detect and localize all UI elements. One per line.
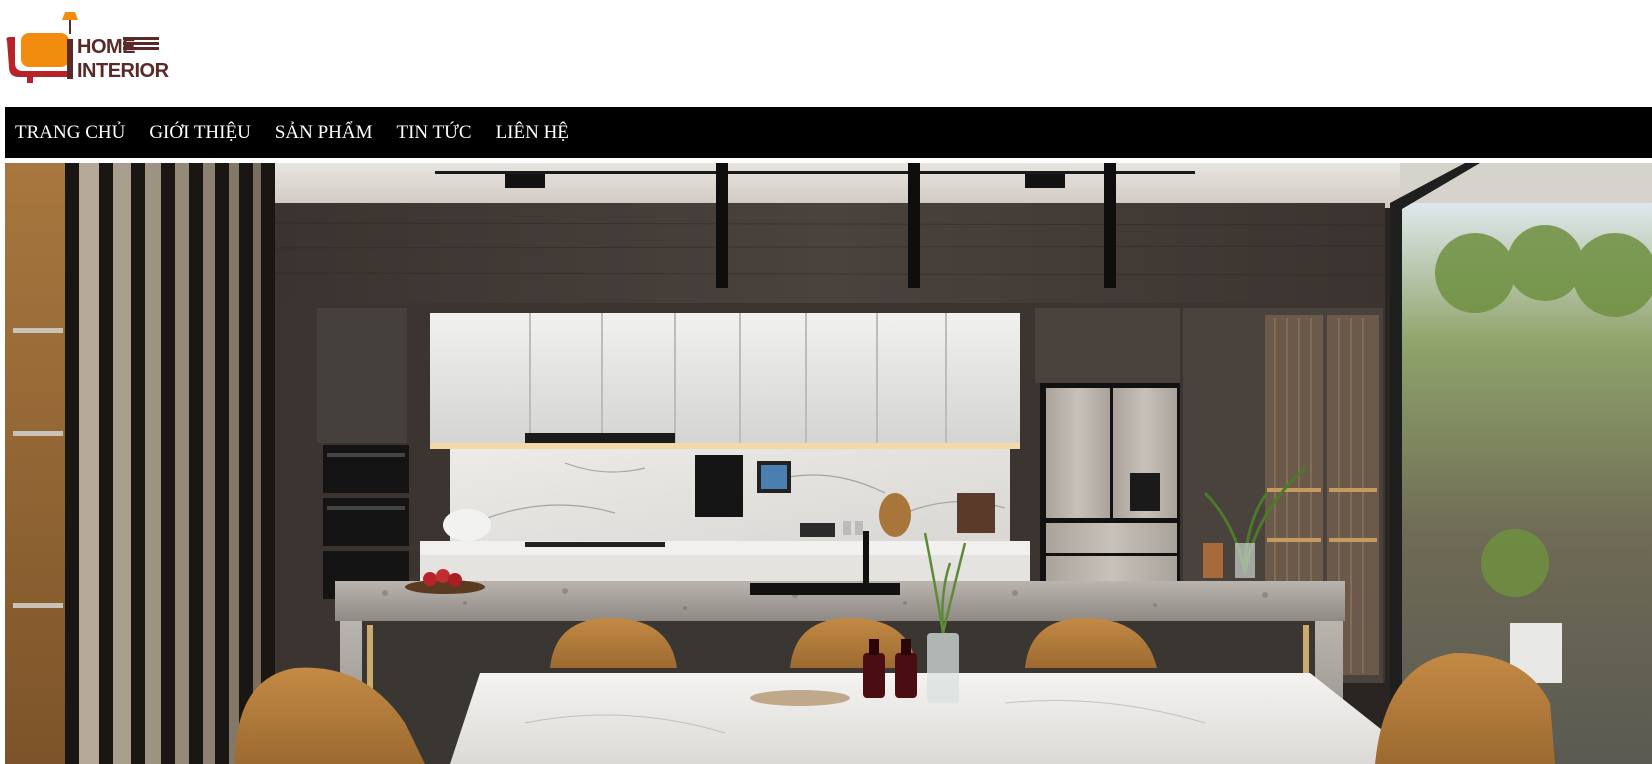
main-nav: TRANG CHỦ GIỚI THIỆU SẢN PHẨM TIN TỨC LI…	[5, 107, 1652, 158]
nav-item-contact[interactable]: LIÊN HỆ	[496, 122, 569, 144]
kitchen-image	[5, 163, 1652, 764]
site-logo[interactable]: HOME INTERIOR	[5, 11, 175, 87]
logo-text-interior: INTERIOR	[77, 60, 169, 82]
hero-banner	[5, 163, 1652, 764]
nav-item-home[interactable]: TRANG CHỦ	[15, 122, 125, 144]
nav-item-products[interactable]: SẢN PHẨM	[275, 122, 373, 144]
site-header: HOME INTERIOR	[0, 0, 1652, 107]
nav-item-news[interactable]: TIN TỨC	[396, 122, 471, 144]
nav-item-about[interactable]: GIỚI THIỆU	[149, 122, 251, 144]
logo-text-home: HOME	[77, 36, 136, 58]
page: HOME INTERIOR TRANG CHỦ GIỚI THIỆU SẢN P…	[0, 0, 1652, 764]
